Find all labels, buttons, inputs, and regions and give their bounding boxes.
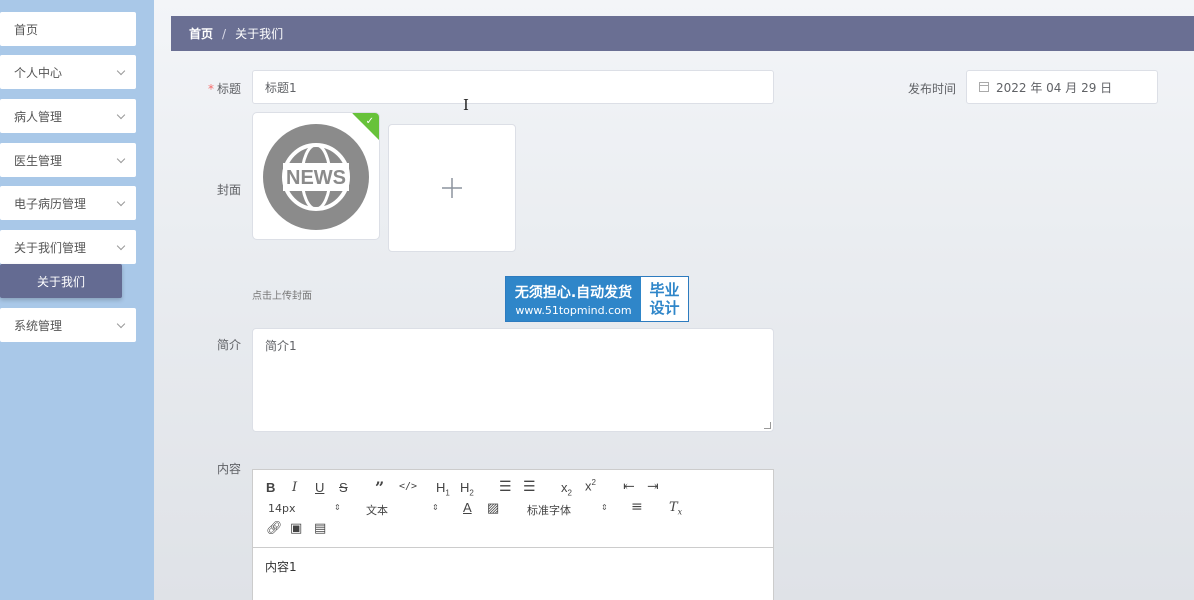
heading1-icon[interactable]: H1	[436, 480, 450, 498]
chevron-down-icon	[116, 154, 126, 163]
editor-toolbar: B I U S ” </> H1 H2 ☰ ☰ x2 x2 ⇤ ⇥ 14px ⇕…	[253, 470, 773, 548]
superscript-icon[interactable]: x2	[585, 478, 596, 493]
watermark-right1: 毕业	[649, 281, 680, 299]
cover-upload-hint: 点击上传封面	[252, 291, 312, 302]
content-value: 内容1	[265, 560, 297, 574]
news-text: NEWS	[286, 167, 346, 189]
title-label: * 标题	[207, 82, 241, 96]
publish-date-input[interactable]: 2022 年 04 月 29 日	[966, 70, 1158, 104]
font-family-value: 标准字体	[527, 504, 571, 517]
code-block-icon[interactable]: </>	[399, 481, 417, 492]
sidebar-item-about-management[interactable]: 关于我们管理	[0, 230, 136, 264]
chevron-down-icon	[116, 66, 126, 75]
text-cursor-icon: I	[463, 96, 469, 114]
sidebar-subitem-about-us[interactable]: 关于我们	[0, 264, 122, 298]
cover-label: 封面	[216, 183, 241, 197]
bullet-list-icon[interactable]: ☰	[523, 479, 536, 495]
watermark-url: www.51topmind.com	[515, 303, 632, 317]
breadcrumb-separator: /	[222, 26, 227, 41]
italic-icon[interactable]: I	[292, 480, 297, 495]
sidebar-item-system-management[interactable]: 系统管理	[0, 308, 136, 342]
link-icon[interactable]: 🔗︎	[266, 521, 283, 536]
strikethrough-icon[interactable]: S	[339, 480, 348, 495]
indent-icon[interactable]: ⇥	[647, 479, 659, 495]
sidebar-item-doctor-management[interactable]: 医生管理	[0, 143, 136, 177]
intro-textarea[interactable]: 简介1	[252, 328, 774, 432]
sidebar-item-personal-center[interactable]: 个人中心	[0, 55, 136, 89]
chevron-down-icon	[116, 197, 126, 206]
calendar-icon	[979, 82, 989, 92]
watermark-line1: 无须担心.自动发货	[514, 284, 633, 301]
breadcrumb: 首页 / 关于我们	[171, 16, 1194, 51]
sidebar-item-home[interactable]: 首页	[0, 12, 136, 46]
align-icon[interactable]: ≡	[631, 499, 643, 515]
ordered-list-icon[interactable]: ☰	[499, 479, 512, 495]
clear-format-icon[interactable]: Tx	[669, 500, 682, 517]
outdent-icon[interactable]: ⇤	[623, 479, 635, 495]
font-color-icon[interactable]: A	[463, 500, 472, 515]
select-arrows-icon: ⇕	[432, 503, 439, 512]
title-input[interactable]: 标题1	[252, 70, 774, 104]
text-style-select[interactable]: 文本 ⇕	[366, 502, 439, 518]
breadcrumb-current: 关于我们	[235, 27, 284, 41]
select-arrows-icon: ⇕	[334, 503, 341, 512]
plus-icon	[442, 178, 462, 198]
sidebar-item-label: 医生管理	[14, 153, 63, 168]
sidebar-item-patient-management[interactable]: 病人管理	[0, 99, 136, 133]
sidebar-item-label: 个人中心	[14, 65, 63, 80]
background-color-icon[interactable]: ▨	[487, 500, 499, 516]
sidebar-item-label: 电子病历管理	[14, 196, 87, 211]
blockquote-icon[interactable]: ”	[375, 478, 384, 497]
publish-time-label: 发布时间	[907, 82, 956, 96]
sidebar-item-label: 关于我们管理	[14, 240, 87, 255]
bold-icon[interactable]: B	[266, 480, 275, 495]
underline-icon[interactable]: U	[315, 480, 324, 495]
select-arrows-icon: ⇕	[601, 503, 608, 512]
watermark-banner: 无须担心.自动发货 www.51topmind.com 毕业 设计	[505, 276, 689, 322]
sidebar: 首页 个人中心 病人管理 医生管理 电子病历管理 关于我们管理 关于我们 系统管…	[0, 0, 154, 600]
image-icon[interactable]: ▣	[290, 521, 302, 536]
font-family-select[interactable]: 标准字体 ⇕	[527, 502, 611, 518]
editor-content[interactable]: 内容1	[253, 548, 773, 585]
upload-cover-button[interactable]	[388, 124, 516, 252]
breadcrumb-home[interactable]: 首页	[189, 25, 213, 42]
video-icon[interactable]: ▤	[314, 521, 326, 536]
sidebar-item-emr-management[interactable]: 电子病历管理	[0, 186, 136, 220]
chevron-down-icon	[116, 319, 126, 328]
font-size-select[interactable]: 14px ⇕	[268, 502, 341, 515]
watermark-left: 无须担心.自动发货 www.51topmind.com	[506, 277, 641, 321]
chevron-down-icon	[116, 241, 126, 250]
text-style-value: 文本	[366, 504, 388, 517]
watermark-right2: 设计	[649, 299, 680, 317]
title-input-value: 标题1	[265, 80, 297, 95]
subscript-icon[interactable]: x2	[561, 480, 572, 498]
publish-date-value: 2022 年 04 月 29 日	[996, 80, 1113, 95]
sidebar-item-label: 系统管理	[14, 318, 63, 333]
check-icon: ✓	[365, 116, 374, 127]
rich-text-editor: B I U S ” </> H1 H2 ☰ ☰ x2 x2 ⇤ ⇥ 14px ⇕…	[252, 469, 774, 600]
required-asterisk: *	[207, 82, 214, 96]
news-globe-image: NEWS	[263, 124, 369, 230]
sidebar-item-label: 首页	[14, 22, 39, 37]
content-label: 内容	[216, 462, 241, 476]
sidebar-item-label: 病人管理	[14, 109, 63, 124]
intro-value: 简介1	[265, 339, 297, 353]
resize-handle-icon[interactable]	[764, 422, 771, 429]
watermark-right: 毕业 设计	[641, 277, 688, 321]
font-size-value: 14px	[268, 502, 296, 515]
intro-label: 简介	[216, 338, 241, 352]
chevron-down-icon	[116, 110, 126, 119]
cover-thumbnail[interactable]: NEWS ✓	[252, 112, 380, 240]
heading2-icon[interactable]: H2	[460, 480, 474, 498]
